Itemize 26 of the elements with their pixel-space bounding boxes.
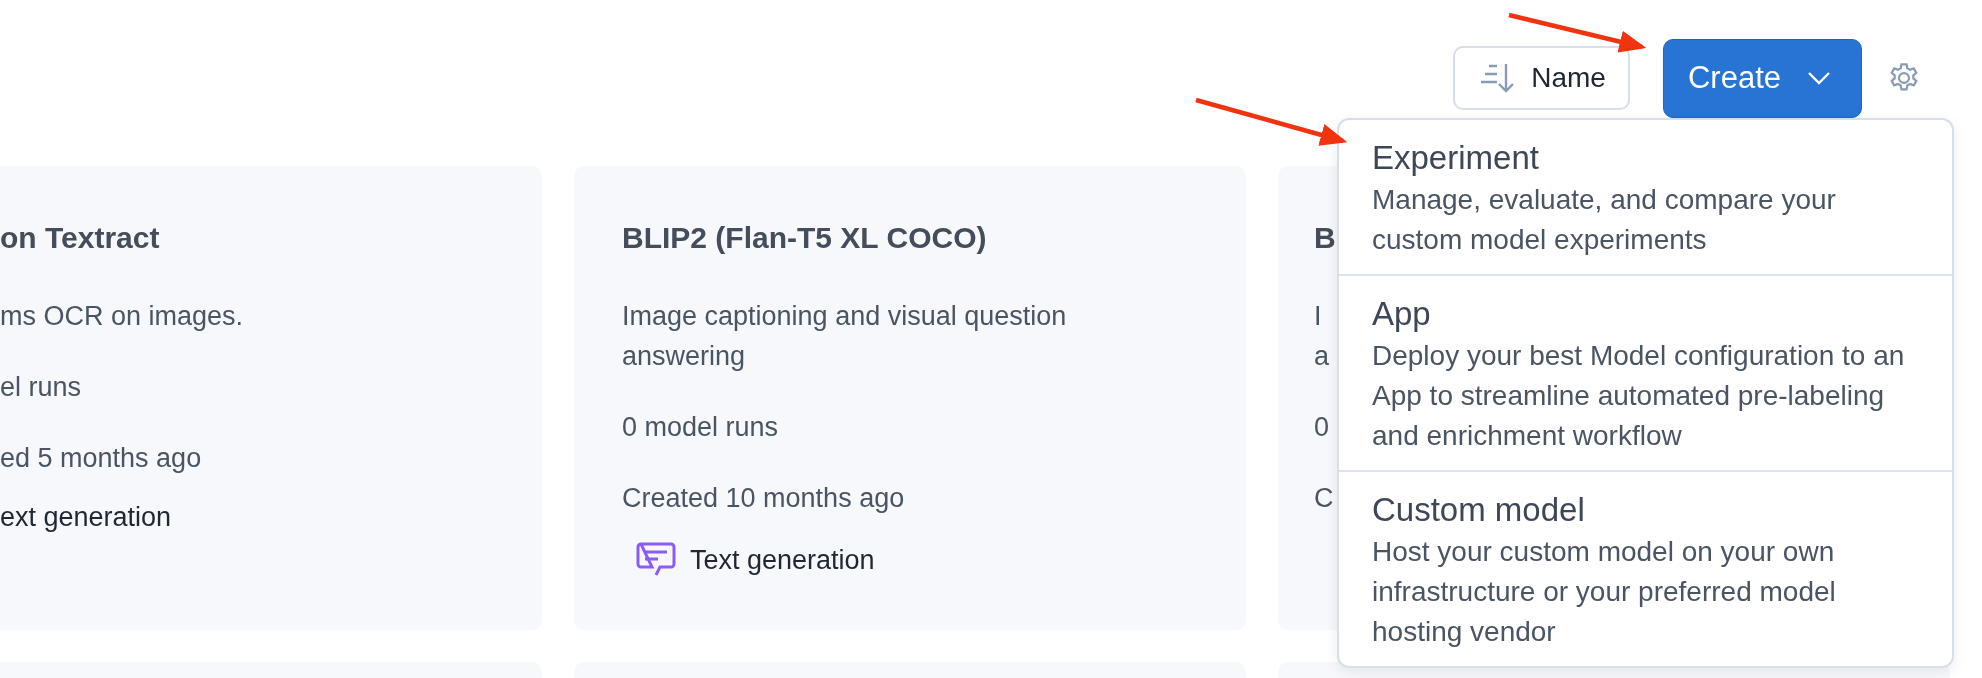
- card-description: answering: [622, 340, 746, 373]
- run-count: 0: [1314, 411, 1330, 444]
- run-count: el runs: [0, 371, 82, 404]
- task-tag: Text generation: [690, 544, 875, 576]
- sort-icon: [1479, 62, 1516, 94]
- task-tag: ext generation: [0, 502, 172, 533]
- menu-item[interactable]: Experiment Manage, evaluate, and compare your custom model experiments: [1339, 120, 1952, 274]
- model-card[interactable]: BLIP2 (Flan-T5 XL COCO) Image captioning and visual question answering 0 model runs Created 10 months ago Text generation: [574, 166, 1246, 630]
- menu-item[interactable]: App Deploy your best Model configuration to an App to streamline automated pre-labeling and enrichment workflow: [1339, 274, 1952, 470]
- card-title: B: [1314, 220, 1336, 256]
- created-date: ed 5 months ago: [0, 442, 202, 475]
- menu-item[interactable]: Custom model Host your custom model on your own infrastructure or your preferred model hosting vendor: [1339, 470, 1952, 666]
- card-description: Image captioning and visual question: [622, 300, 1067, 333]
- sort-button[interactable]: Name: [1453, 46, 1630, 110]
- created-date: Created 10 months ago: [622, 482, 905, 515]
- card-title: on Textract: [0, 220, 160, 256]
- card-description: ms OCR on images.: [0, 300, 244, 333]
- chat-bubble-icon: [636, 542, 676, 578]
- card-description: I: [1314, 300, 1322, 333]
- card-title: BLIP2 (Flan-T5 XL COCO): [622, 220, 987, 256]
- run-count: 0 model runs: [622, 411, 779, 444]
- card-description: a: [1314, 340, 1330, 373]
- chevron-down-icon: [1807, 71, 1831, 85]
- created-date: C: [1314, 482, 1334, 515]
- create-button[interactable]: Create: [1662, 38, 1862, 118]
- model-card[interactable]: on Textract ms OCR on images. el runs ed 5 months ago ext generation: [0, 166, 542, 630]
